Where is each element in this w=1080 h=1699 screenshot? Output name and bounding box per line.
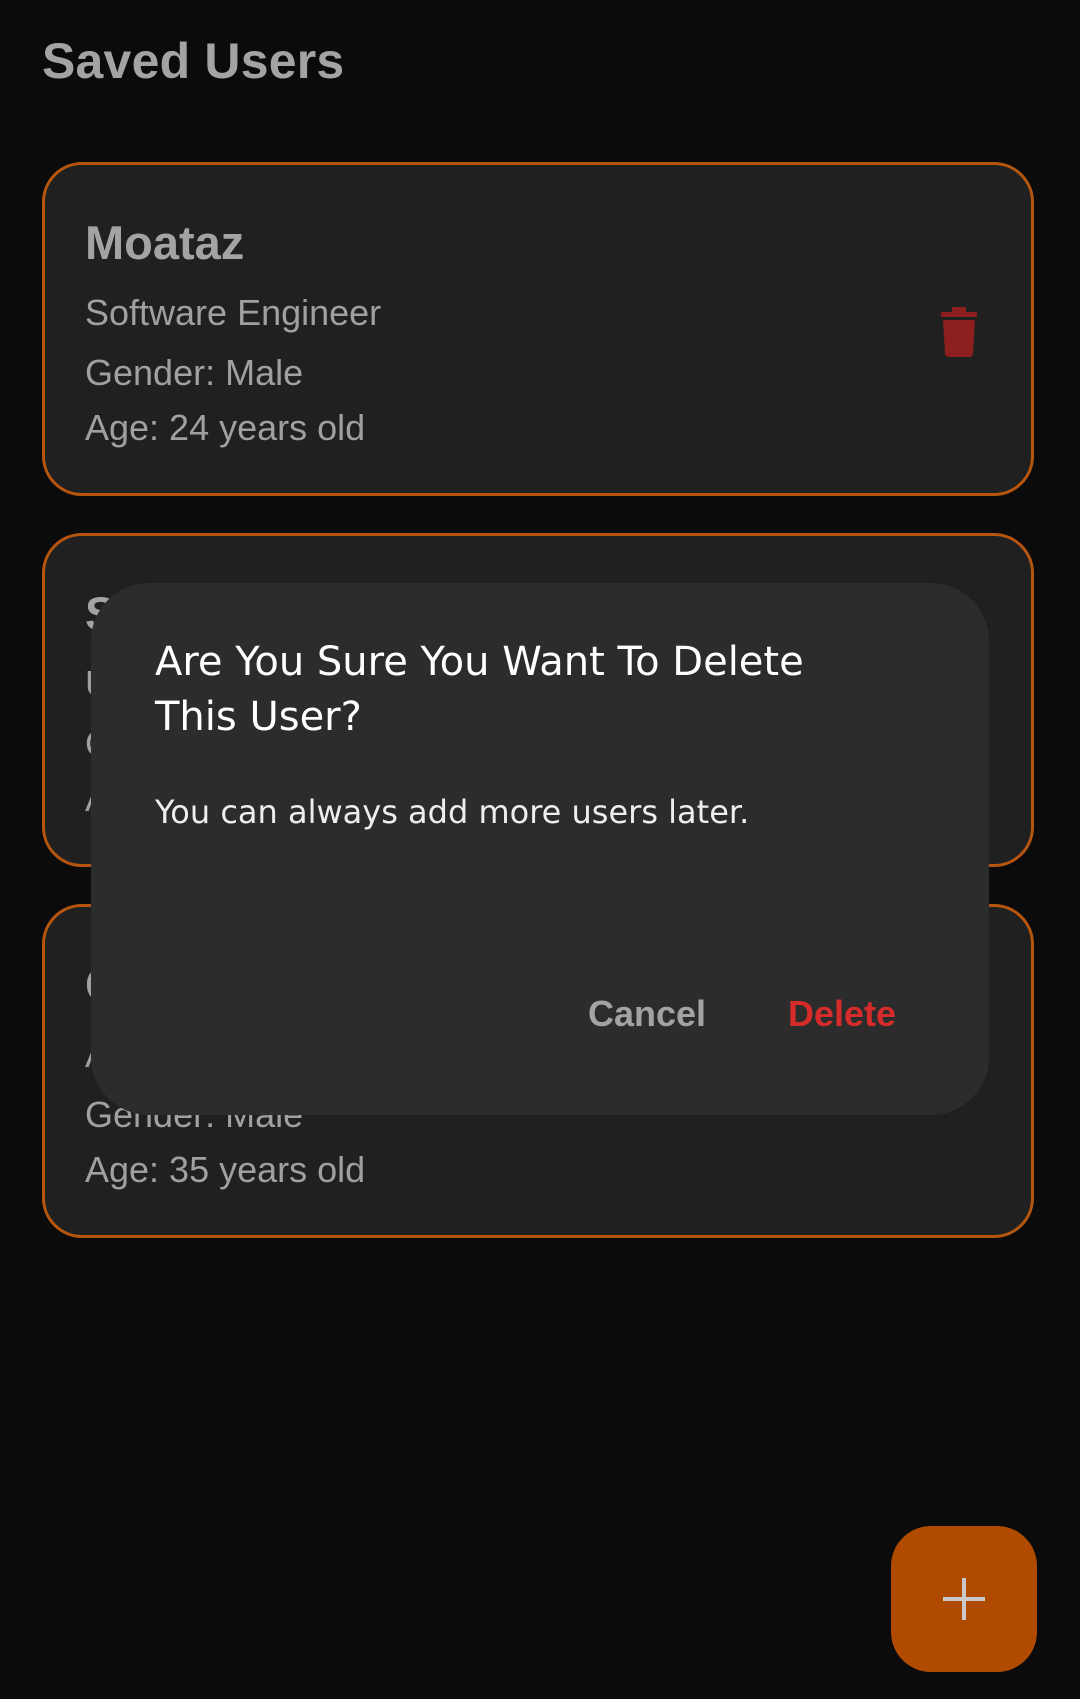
dialog-message: You can always add more users later. bbox=[155, 793, 750, 831]
dialog-title: Are You Sure You Want To Delete This Use… bbox=[155, 639, 804, 740]
cancel-button[interactable]: Cancel bbox=[588, 993, 706, 1035]
confirm-delete-button[interactable]: Delete bbox=[788, 993, 896, 1035]
add-user-button[interactable] bbox=[891, 1526, 1037, 1672]
delete-confirmation-dialog: Are You Sure You Want To Delete This Use… bbox=[91, 583, 989, 1115]
plus-icon bbox=[943, 1578, 985, 1620]
